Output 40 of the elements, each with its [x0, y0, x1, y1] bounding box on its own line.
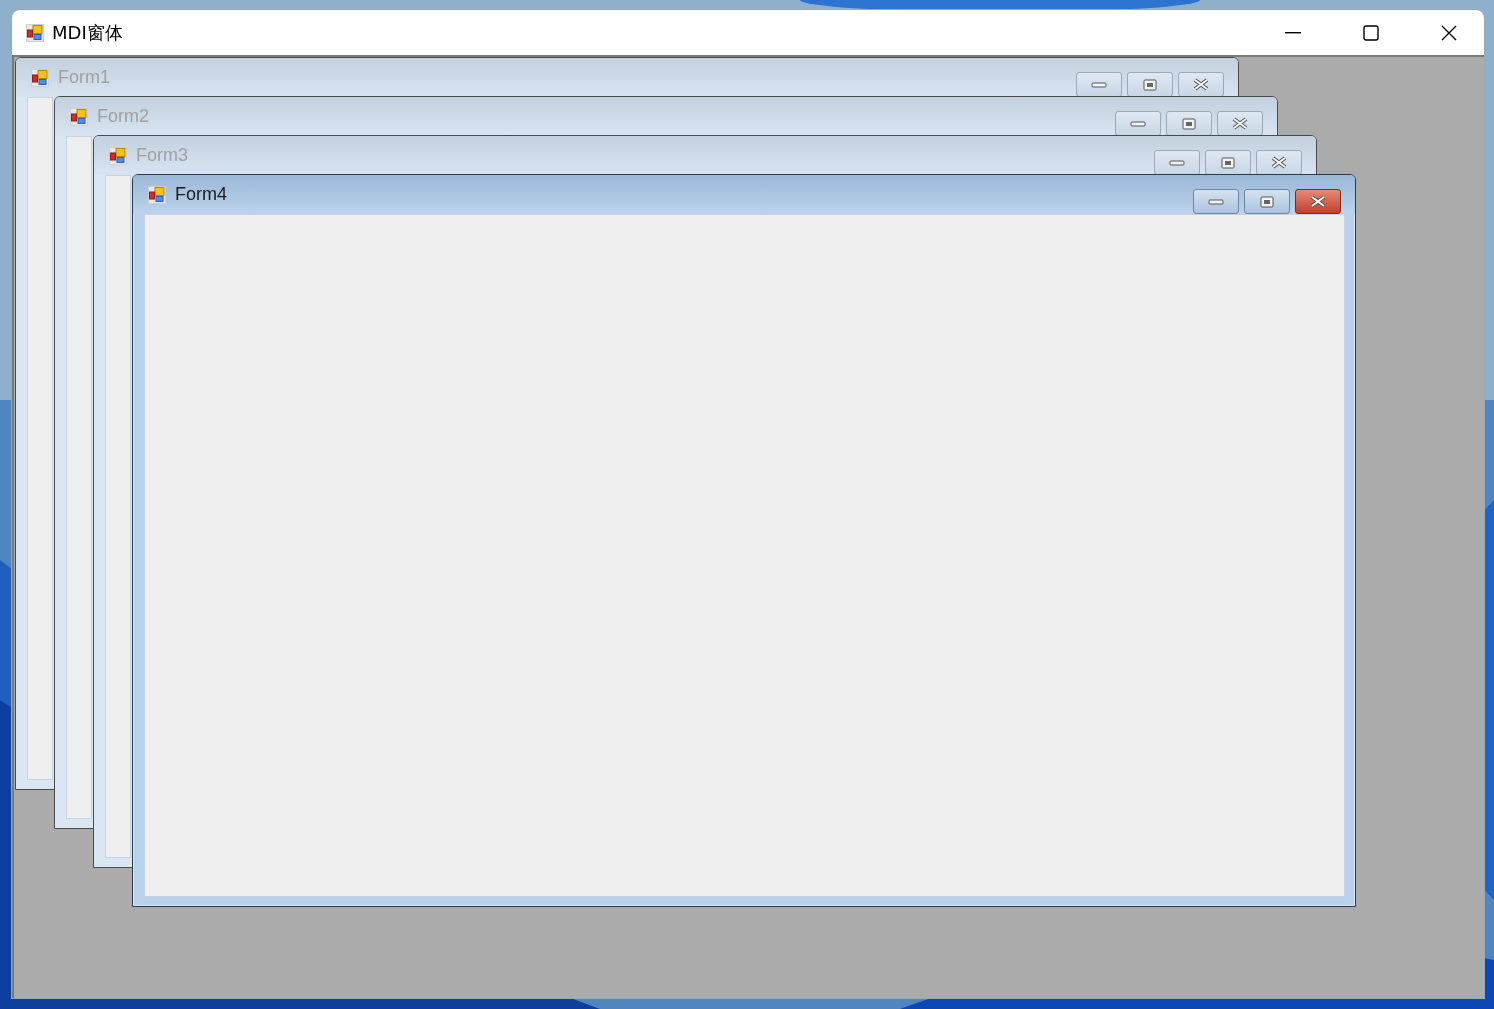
close-button[interactable]: [1178, 72, 1224, 97]
restore-icon: [1182, 117, 1196, 130]
squares-icon: [109, 146, 127, 165]
close-button[interactable]: [1217, 111, 1263, 136]
form-title: Form2: [97, 106, 149, 127]
minimize-button[interactable]: [1115, 111, 1161, 136]
restore-button[interactable]: [1205, 150, 1251, 175]
restore-icon: [1221, 156, 1235, 169]
form-title: Form1: [58, 67, 110, 88]
form-title-bar[interactable]: Form2: [55, 97, 1277, 136]
restore-icon: [1260, 195, 1274, 208]
form-title-bar[interactable]: Form1: [16, 58, 1238, 97]
minimize-icon: [1285, 31, 1301, 34]
restore-button[interactable]: [1244, 189, 1290, 214]
window-title: MDI窗体: [52, 20, 123, 45]
close-icon: [1192, 78, 1210, 91]
squares-icon: [26, 23, 44, 42]
squares-icon: [70, 107, 88, 126]
restore-button[interactable]: [1127, 72, 1173, 97]
restore-icon: [1143, 78, 1157, 91]
squares-icon: [31, 68, 49, 87]
form-title-bar[interactable]: Form4: [133, 175, 1355, 214]
minimize-button[interactable]: [1154, 150, 1200, 175]
close-button[interactable]: [1295, 189, 1341, 214]
close-icon: [1309, 195, 1327, 208]
minimize-icon: [1208, 197, 1224, 206]
maximize-icon: [1363, 24, 1379, 41]
close-icon: [1231, 117, 1249, 130]
form-title: Form3: [136, 145, 188, 166]
close-icon: [1441, 24, 1457, 41]
restore-button[interactable]: [1166, 111, 1212, 136]
close-icon: [1270, 156, 1288, 169]
minimize-button[interactable]: [1076, 72, 1122, 97]
minimize-icon: [1091, 80, 1107, 89]
minimize-icon: [1130, 119, 1146, 128]
close-button[interactable]: [1256, 150, 1302, 175]
squares-icon: [148, 185, 166, 204]
form-title: Form4: [175, 184, 227, 205]
form-title-bar[interactable]: Form3: [94, 136, 1316, 175]
minimize-icon: [1169, 158, 1185, 167]
